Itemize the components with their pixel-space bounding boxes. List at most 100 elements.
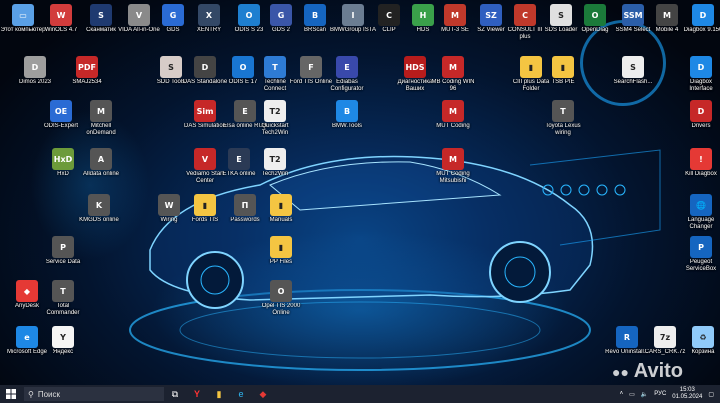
revo-icon: R [616, 326, 638, 348]
desktop-icon[interactable]: Y Яндекс [40, 326, 86, 356]
smaj-icon: PDF [76, 56, 98, 78]
manuals-icon: ▮ [270, 194, 292, 216]
network-icon[interactable]: ▭ [629, 391, 635, 398]
desktop-icon[interactable]: O Opel TIS 2000 Online [258, 280, 304, 317]
volume-icon[interactable]: 🔈 [641, 391, 648, 398]
desktop-icon-label: Peugeot ServiceBox [685, 259, 717, 272]
totalcmd-icon: T [52, 280, 74, 302]
notifications-icon[interactable]: ▢ [708, 391, 714, 398]
folder-icon: ▮ [216, 388, 222, 399]
ppfiles-icon: ▮ [270, 236, 292, 258]
desktop-icon-label: TSB PIE [551, 79, 575, 85]
desktop-icon[interactable]: T2 Tech2Win [252, 148, 298, 178]
mut-mitsu-icon: M [442, 148, 464, 170]
tray-chevron-icon[interactable]: ˄ [620, 391, 624, 397]
desktop-icon[interactable]: ▮ TSB PIE [540, 56, 586, 86]
quickstart-icon: T2 [264, 100, 286, 122]
task-view-button[interactable]: ⧉ [164, 385, 186, 403]
desktop-icon-label: Quickstart Tech2Win [261, 123, 289, 136]
search-placeholder: Поиск [37, 389, 61, 399]
mbcoding-icon: M [442, 56, 464, 78]
task-view-icon: ⧉ [171, 388, 179, 399]
mitchell-icon: M [90, 100, 112, 122]
tsb-icon: ▮ [552, 56, 574, 78]
diagbox-icon: D [692, 4, 714, 26]
windows-logo-icon [6, 389, 16, 399]
start-button[interactable] [0, 385, 22, 403]
vida-icon: V [128, 4, 150, 26]
desktop-icon[interactable]: ! Kill Diagbox [678, 148, 720, 178]
clock-time: 15:03 [679, 387, 695, 393]
desktop-icon[interactable]: B BMW.Tools [324, 100, 370, 130]
desktop-icon[interactable]: P Service Data [40, 236, 86, 266]
language-icon: 🌐 [690, 194, 712, 216]
dimos-icon: D [24, 56, 46, 78]
taskbar-explorer[interactable]: ▮ [208, 385, 230, 403]
clock[interactable]: 15:03 01.05.2024 [672, 387, 702, 401]
desktop-icon[interactable]: 🌐 Language Changer [678, 194, 720, 231]
search-box[interactable]: ⚲ Поиск [24, 387, 164, 401]
kill-icon: ! [690, 148, 712, 170]
ssm4-icon: SSM [622, 4, 644, 26]
desktop-icon[interactable]: M MUT Coding [430, 100, 476, 130]
desktop-icon-label: MB Coding WIN 96 [431, 79, 475, 92]
search-icon: ⚲ [28, 389, 34, 399]
opendiag-icon: O [584, 4, 606, 26]
avito-watermark: ●● Avito [612, 360, 684, 382]
desktop-icon-label: Kill Diagbox [685, 171, 717, 177]
desktop-icon[interactable]: T Total Commander [40, 280, 86, 317]
desktop-icon[interactable]: D Drivers [678, 100, 720, 130]
desktop-icon-label: Alldata online [82, 171, 120, 177]
desktop-icon-label: SearchFlash... [613, 79, 653, 85]
das-icon: D [194, 56, 216, 78]
desktop-icon[interactable]: P Peugeot ServiceBox [678, 236, 720, 273]
taskbar-anydesk[interactable]: ◆ [252, 385, 274, 403]
desktop-icon[interactable]: ▮ PP Files [258, 236, 304, 266]
language-indicator[interactable]: РУС [654, 391, 666, 397]
desktop-icon[interactable]: A Alldata online [78, 148, 124, 178]
techline-icon: T [264, 56, 286, 78]
kmgds-icon: K [88, 194, 110, 216]
desktop-icon[interactable]: M MB Coding WIN 96 [430, 56, 476, 93]
desktop-icon-label: Diagbox Interface [689, 79, 713, 92]
clip-icon: C [378, 4, 400, 26]
desktop-icon[interactable]: K KMGDS online [76, 194, 122, 224]
desktop-icon[interactable]: D Diagbox Interface [678, 56, 720, 93]
desktop-icon[interactable]: D Dimos 2023 [12, 56, 58, 86]
desktop-icon[interactable]: M Mitchell onDemand [78, 100, 124, 137]
desktop-icon-label: MUT Coding [436, 123, 470, 129]
desktop-icon[interactable]: T2 Quickstart Tech2Win [252, 100, 298, 137]
desktop-icon[interactable]: D Diagbox 9.150 [680, 4, 720, 34]
ista-icon: I [342, 4, 364, 26]
drivers-icon: D [690, 100, 712, 122]
desktop-icon[interactable]: M MUT Coding Mitsubishi [430, 148, 476, 185]
opel-tis-icon: O [270, 280, 292, 302]
gds-icon: G [162, 4, 184, 26]
servicedata-icon: P [52, 236, 74, 258]
desktop-icon[interactable]: E Ediabas Configurator [324, 56, 370, 93]
yandex-icon: Y [52, 326, 74, 348]
desktop-icon[interactable]: T Toyota Lexus wiring [540, 100, 586, 137]
desktop-icon-label: SMAJ2534 [72, 79, 102, 85]
desktop-icon[interactable]: S SearchFlash... [610, 56, 656, 86]
desktop-icon[interactable]: ♻ Корзина [680, 326, 720, 356]
yandex-taskbar-icon: Y [193, 389, 200, 399]
bmwtools-icon: B [336, 100, 358, 122]
mobile-icon: M [656, 4, 678, 26]
desktop-icon-label: BMW.Tools [331, 123, 362, 129]
desktop-icon-label: PP Files [269, 259, 293, 265]
etka-icon: E [228, 148, 250, 170]
desktop-icon-label: Service Data [45, 259, 81, 265]
toyota-icon: T [552, 100, 574, 122]
taskbar-edge[interactable]: e [230, 385, 252, 403]
sz-icon: SZ [480, 4, 502, 26]
sdd-icon: S [160, 56, 182, 78]
recycle-bin-icon: ♻ [692, 326, 714, 348]
desktop-icon[interactable]: ▮ Manuals [258, 194, 304, 224]
desktop-icon[interactable]: PDF SMAJ2534 [64, 56, 110, 86]
desktop-icon-label: MUT Coding Mitsubishi [436, 171, 470, 184]
taskbar: ⚲ Поиск ⧉ Y ▮ e ◆ ˄ ▭ 🔈 РУС 15:03 01.05.… [0, 385, 720, 403]
desktop-icon-label: Mitchell onDemand [86, 123, 116, 136]
taskbar-yandex[interactable]: Y [186, 385, 208, 403]
servicebox-icon: P [690, 236, 712, 258]
